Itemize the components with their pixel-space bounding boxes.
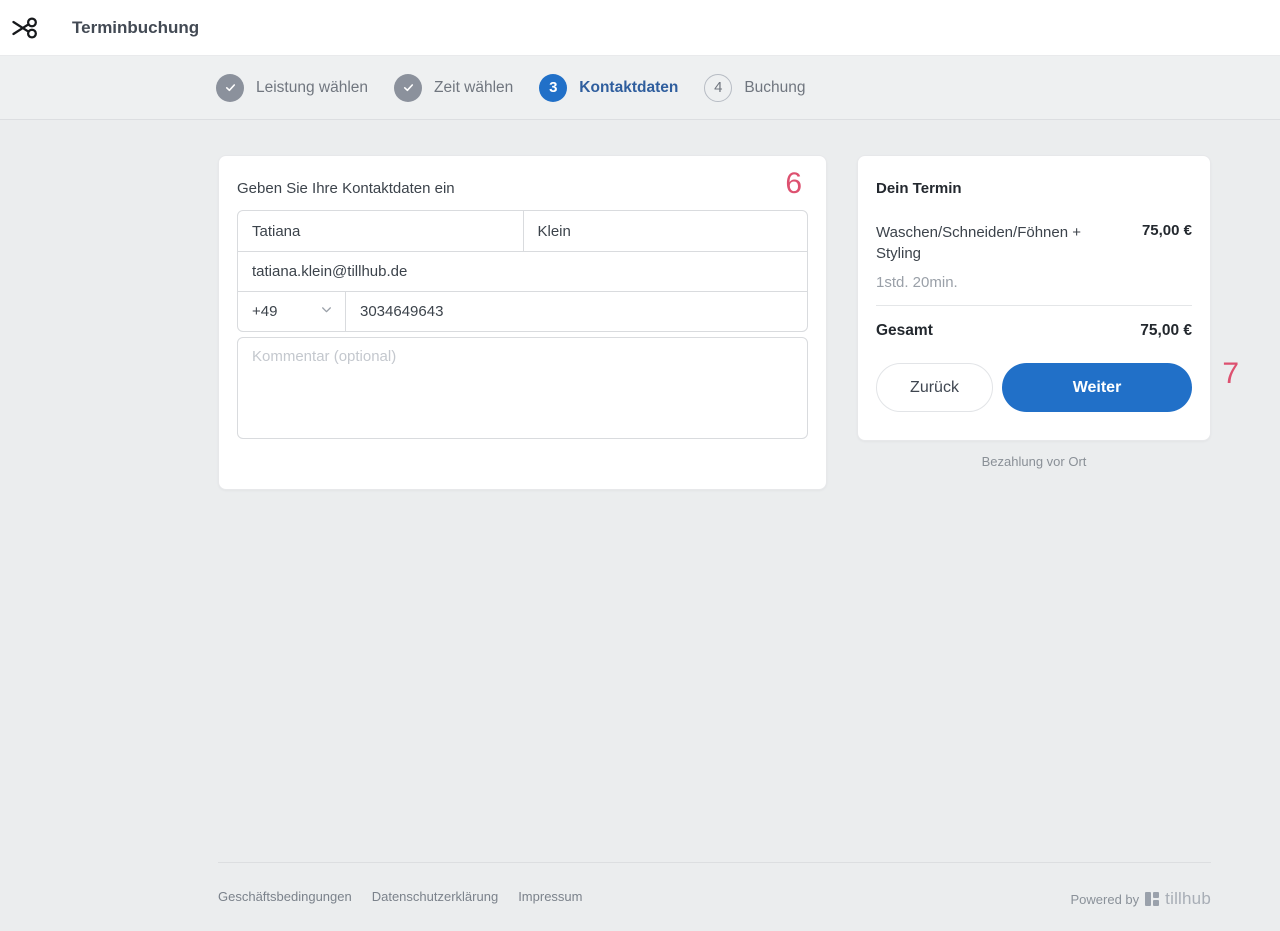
main-content: Geben Sie Ihre Kontaktdaten ein 6 Tatian… [0, 120, 1280, 862]
footer-link-terms[interactable]: Geschäftsbedingungen [218, 889, 352, 904]
step-3-number: 3 [539, 73, 568, 102]
step-leistung-waehlen[interactable]: Leistung wählen [216, 73, 369, 102]
next-button[interactable]: Weiter [1002, 363, 1192, 412]
step-3-label: Kontaktdaten [579, 78, 679, 96]
footer: Geschäftsbedingungen Datenschutzerklärun… [218, 862, 1211, 931]
button-row: Zurück Weiter [876, 363, 1192, 412]
service-duration: 1std. 20min. [876, 274, 958, 291]
phone-number-field[interactable]: 3034649643 [345, 292, 807, 331]
step-2-check-icon [394, 73, 423, 102]
step-4-label: Buchung [744, 78, 806, 96]
summary-divider [876, 305, 1192, 306]
contact-input-group: Tatiana Klein tatiana.klein@tillhub.de +… [237, 210, 808, 332]
powered-by-label: Powered by [1070, 891, 1140, 907]
name-row: Tatiana Klein [238, 211, 807, 251]
stepper: Leistung wählen Zeit wählen 3 Kontaktdat… [0, 56, 1280, 120]
service-price: 75,00 € [1141, 222, 1192, 239]
annotation-marker-7: 7 [1222, 357, 1239, 390]
total-price: 75,00 € [1140, 322, 1192, 339]
first-name-field[interactable]: Tatiana [238, 211, 523, 251]
tillhub-logo-icon [1145, 892, 1160, 906]
header: Terminbuchung [0, 0, 1280, 56]
powered-by: Powered by tillhub [1071, 889, 1211, 909]
step-zeit-waehlen[interactable]: Zeit wählen [394, 73, 514, 102]
country-code-value: +49 [252, 303, 278, 320]
page-title: Terminbuchung [72, 17, 200, 37]
summary-title: Dein Termin [876, 180, 962, 197]
step-buchung: 4 Buchung [704, 73, 806, 102]
total-row: Gesamt 75,00 € [876, 322, 1192, 340]
annotation-marker-6: 6 [785, 167, 802, 200]
step-4-number: 4 [704, 73, 733, 102]
scissors-logo-icon [10, 13, 40, 43]
step-2-label: Zeit wählen [434, 78, 514, 96]
summary-card: Dein Termin Waschen/Schneiden/Föhnen + S… [857, 155, 1211, 441]
email-row: tatiana.klein@tillhub.de [238, 251, 807, 291]
step-1-check-icon [216, 73, 244, 102]
brand-name: tillhub [1165, 889, 1211, 908]
contact-form-card: Geben Sie Ihre Kontaktdaten ein 6 Tatian… [218, 155, 827, 490]
chevron-down-icon [320, 303, 333, 320]
form-heading: Geben Sie Ihre Kontaktdaten ein [237, 180, 455, 197]
footer-links: Geschäftsbedingungen Datenschutzerklärun… [218, 889, 582, 904]
total-label: Gesamt [876, 322, 933, 339]
back-button[interactable]: Zurück [876, 363, 993, 412]
footer-link-privacy[interactable]: Datenschutzerklärung [372, 889, 498, 904]
step-1-label: Leistung wählen [256, 78, 369, 96]
payment-note: Bezahlung vor Ort [981, 454, 1087, 469]
footer-link-imprint[interactable]: Impressum [518, 889, 582, 904]
booking-page: Terminbuchung Leistung wählen Zeit wähle… [0, 0, 1280, 931]
summary-sidebar: Dein Termin Waschen/Schneiden/Föhnen + S… [857, 155, 1239, 469]
service-row: Waschen/Schneiden/Föhnen + Styling 75,00… [876, 222, 1192, 264]
last-name-field[interactable]: Klein [522, 211, 808, 251]
step-kontaktdaten: 3 Kontaktdaten [539, 73, 679, 102]
phone-row: +49 3034649643 [238, 291, 807, 331]
comment-textarea[interactable]: Kommentar (optional) [237, 337, 808, 439]
service-name: Waschen/Schneiden/Föhnen + Styling [876, 224, 1081, 262]
email-field[interactable]: tatiana.klein@tillhub.de [238, 252, 807, 291]
country-code-select[interactable]: +49 [238, 292, 345, 331]
